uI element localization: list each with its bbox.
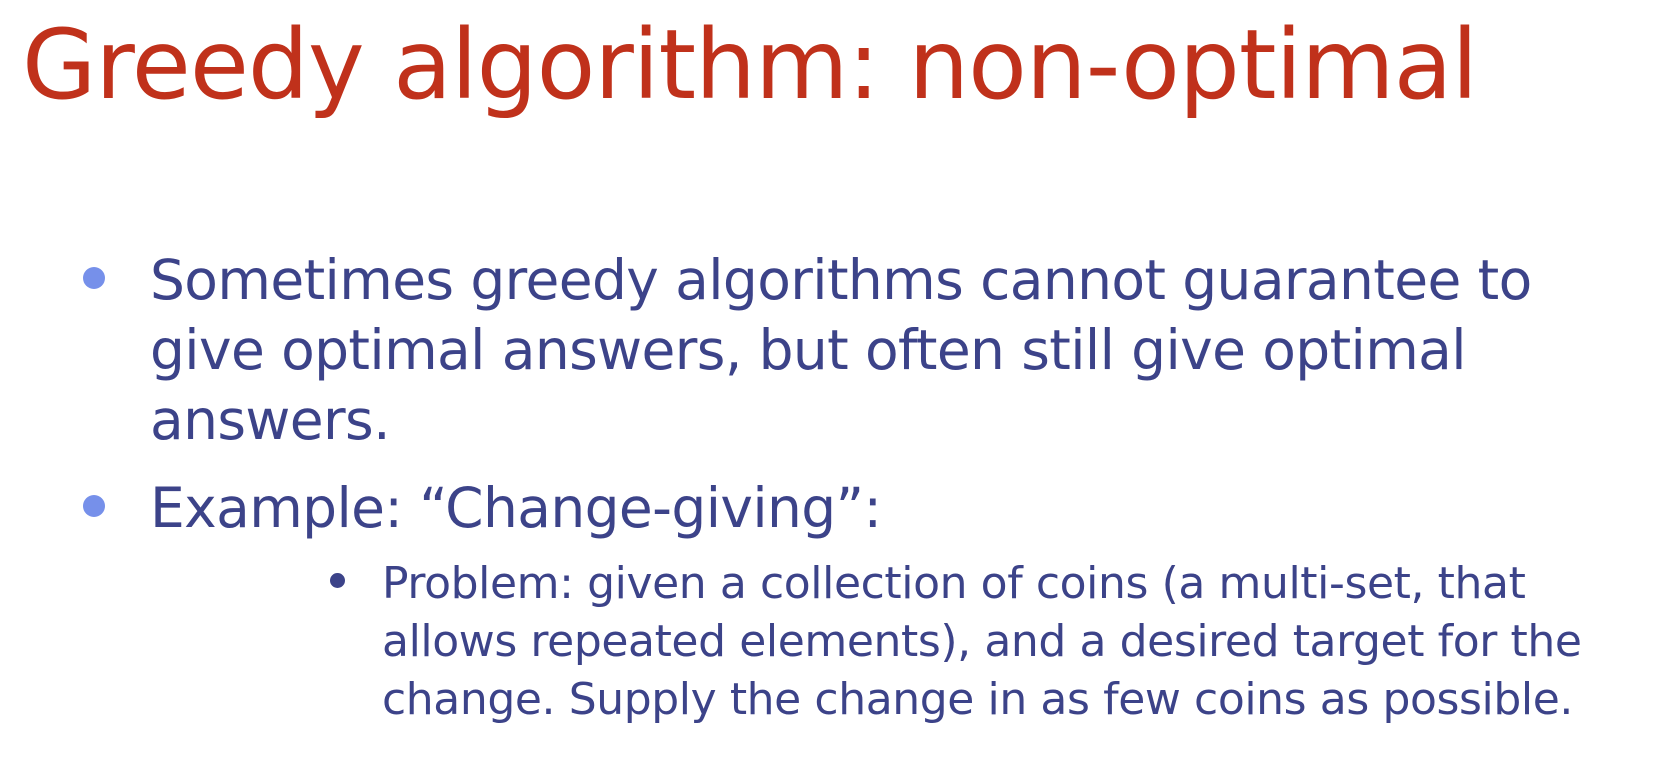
bullet-item: Example: “Change-giving”: Problem: given… <box>0 473 1680 729</box>
sub-bullet-dot-icon <box>330 573 345 588</box>
sub-bullet-item: Problem: given a collection of coins (a … <box>150 555 1640 729</box>
bullet-text: Sometimes greedy algorithms cannot guara… <box>150 248 1532 452</box>
bullet-dot-icon <box>83 495 105 517</box>
slide: Greedy algorithm: non-optimal Sometimes … <box>0 0 1680 762</box>
bullet-text: Example: “Change-giving”: <box>150 476 882 540</box>
slide-title: Greedy algorithm: non-optimal <box>22 9 1478 121</box>
sub-bullet-list: Problem: given a collection of coins (a … <box>150 555 1640 729</box>
bullet-dot-icon <box>83 267 105 289</box>
sub-bullet-text: Problem: given a collection of coins (a … <box>382 558 1582 725</box>
bullet-list: Sometimes greedy algorithms cannot guara… <box>0 245 1680 747</box>
bullet-item: Sometimes greedy algorithms cannot guara… <box>0 245 1680 455</box>
